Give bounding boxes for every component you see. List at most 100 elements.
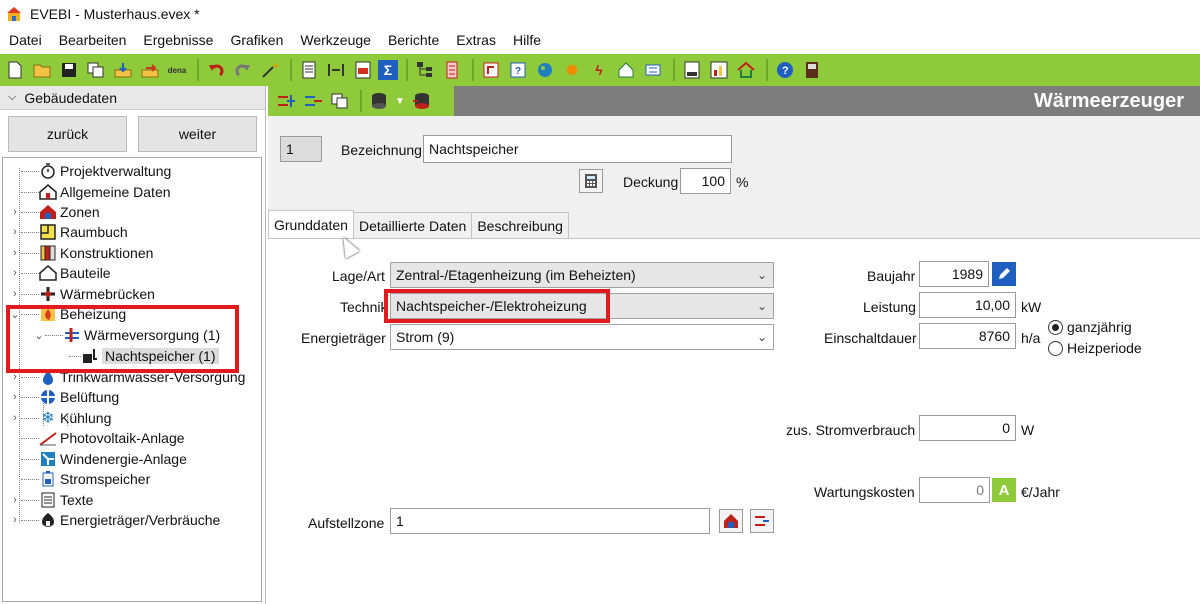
next-button[interactable]: weiter (138, 116, 257, 152)
tree-item-zonen[interactable]: › Zonen (9, 202, 100, 222)
tree-item-stromspeicher[interactable]: Stromspeicher (9, 469, 150, 489)
menu-datei[interactable]: Datei (0, 28, 50, 52)
lightning-icon[interactable]: ϟ (587, 58, 611, 82)
edit-pencil-icon[interactable] (992, 262, 1016, 286)
tree-item-trinkwarmwasser[interactable]: › Trinkwarmwasser-Versorgung (9, 367, 245, 387)
expand-chevron-icon[interactable]: › (9, 514, 21, 526)
assign-zone-icon[interactable] (750, 509, 774, 533)
auto-value-icon[interactable]: A (992, 478, 1016, 502)
save-icon[interactable] (57, 58, 81, 82)
tree-item-nachtspeicher[interactable]: Nachtspeicher (1) (57, 346, 219, 366)
einschaltdauer-input[interactable]: 8760 (919, 323, 1016, 349)
sun-icon[interactable]: ✺ (560, 58, 584, 82)
house-outline-icon[interactable] (734, 58, 758, 82)
tab-detaillierte-daten[interactable]: Detaillierte Daten (352, 212, 473, 238)
tab-beschreibung[interactable]: Beschreibung (471, 212, 569, 238)
expand-chevron-icon[interactable]: › (9, 412, 21, 424)
export-icon[interactable] (138, 58, 162, 82)
ventilation-icon[interactable] (641, 58, 665, 82)
tree-item-kuehlung[interactable]: › ❄ Kühlung (9, 408, 111, 428)
hierarchy-icon[interactable] (413, 58, 437, 82)
dropdown-arrow-icon[interactable]: ▼ (394, 89, 406, 113)
database-export-icon[interactable] (409, 89, 433, 113)
import-icon[interactable] (111, 58, 135, 82)
menu-grafiken[interactable]: Grafiken (221, 28, 291, 52)
aufstellzone-input[interactable]: 1 (390, 508, 710, 534)
undo-icon[interactable] (204, 58, 228, 82)
database-icon[interactable] (367, 89, 391, 113)
help-icon[interactable]: ? (773, 58, 797, 82)
sum-icon[interactable]: Σ (378, 60, 398, 80)
expand-chevron-icon[interactable]: › (9, 288, 21, 300)
new-file-icon[interactable] (3, 58, 27, 82)
open-folder-icon[interactable] (30, 58, 54, 82)
help-doc-icon[interactable]: ? (506, 58, 530, 82)
menu-bearbeiten[interactable]: Bearbeiten (50, 28, 135, 52)
tree-item-photovoltaik[interactable]: Photovoltaik-Anlage (9, 428, 185, 448)
radio-ganzjaehrig[interactable]: ganzjährig (1048, 319, 1132, 335)
aufstellzone-label: Aufstellzone (308, 515, 385, 531)
report-icon[interactable] (680, 58, 704, 82)
tree-item-energietraeger[interactable]: › Energieträger/Verbräuche (9, 510, 220, 530)
house-energy-icon[interactable] (614, 58, 638, 82)
tree-item-konstruktionen[interactable]: › Konstruktionen (9, 243, 153, 263)
tree-item-belueftung[interactable]: › Belüftung (9, 387, 119, 407)
technik-label: Technik (340, 299, 388, 315)
tree-item-beheizung[interactable]: ⌄ Beheizung (9, 304, 126, 324)
gebaeudedaten-header[interactable]: ⌵ Gebäudedaten (0, 86, 265, 110)
compare-icon[interactable] (324, 58, 348, 82)
baujahr-input[interactable]: 1989 (919, 261, 989, 287)
collapse-chevron-icon[interactable]: ⌵ (8, 91, 16, 104)
stromverbrauch-input[interactable]: 0 (919, 415, 1016, 441)
wartungskosten-input[interactable]: 0 (919, 477, 990, 503)
menu-hilfe[interactable]: Hilfe (504, 28, 549, 52)
tree-item-bauteile[interactable]: › Bauteile (9, 263, 110, 283)
menu-werkzeuge[interactable]: Werkzeuge (291, 28, 379, 52)
tree-item-waermebruecken[interactable]: › Wärmebrücken (9, 284, 155, 304)
layers-icon[interactable] (440, 58, 464, 82)
expand-chevron-icon[interactable]: › (9, 247, 21, 259)
collapse-chevron-icon[interactable]: ⌄ (9, 308, 21, 321)
remove-item-icon[interactable] (301, 89, 325, 113)
energietraeger-select[interactable]: Strom (9) ⌄ (390, 324, 774, 350)
lage-art-select[interactable]: Zentral-/Etagenheizung (im Beheizten) ⌄ (390, 262, 774, 288)
tree-item-texte[interactable]: › Texte (9, 490, 93, 510)
bezeichnung-input[interactable]: Nachtspeicher (423, 135, 732, 163)
copy-icon[interactable] (84, 58, 108, 82)
expand-chevron-icon[interactable]: › (9, 206, 21, 218)
tab-grunddaten[interactable]: Grunddaten (268, 210, 354, 238)
expand-chevron-icon[interactable]: › (9, 494, 21, 506)
add-item-icon[interactable] (274, 89, 298, 113)
tree-item-windenergie[interactable]: Windenergie-Anlage (9, 449, 187, 469)
back-button[interactable]: zurück (8, 116, 127, 152)
menu-ergebnisse[interactable]: Ergebnisse (134, 28, 221, 52)
book-icon[interactable] (800, 58, 824, 82)
tree-item-allgemeine-daten[interactable]: Allgemeine Daten (9, 182, 171, 202)
section-toolbar: ▼ Wärmeerzeuger (268, 86, 1200, 116)
technik-select[interactable]: Nachtspeicher-/Elektroheizung ⌄ (390, 293, 774, 319)
expand-chevron-icon[interactable]: › (9, 371, 21, 383)
globe-icon[interactable] (533, 58, 557, 82)
menu-berichte[interactable]: Berichte (379, 28, 447, 52)
redo-icon[interactable] (231, 58, 255, 82)
magic-wand-icon[interactable]: ✦ (258, 58, 282, 82)
tree-item-waermeversorgung[interactable]: ⌄ Wärmeversorgung (1) (33, 325, 220, 345)
dena-icon[interactable]: dena (165, 58, 189, 82)
expand-chevron-icon[interactable]: › (9, 267, 21, 279)
radio-heizperiode[interactable]: Heizperiode (1048, 340, 1142, 356)
calculator-icon[interactable] (579, 169, 603, 193)
tree-item-raumbuch[interactable]: › Raumbuch (9, 222, 128, 242)
pdf-icon[interactable] (351, 58, 375, 82)
zone-house-icon[interactable] (719, 509, 743, 533)
expand-chevron-icon[interactable]: › (9, 226, 21, 238)
collapse-chevron-icon[interactable]: ⌄ (33, 329, 45, 342)
document-icon[interactable] (297, 58, 321, 82)
tree-item-projektverwaltung[interactable]: Projektverwaltung (9, 161, 171, 181)
deckung-input[interactable]: 100 (680, 168, 731, 194)
chart-report-icon[interactable] (707, 58, 731, 82)
duplicate-icon[interactable] (328, 89, 352, 113)
menu-extras[interactable]: Extras (447, 28, 504, 52)
heating-calc-icon[interactable] (479, 58, 503, 82)
leistung-input[interactable]: 10,00 (919, 292, 1016, 318)
expand-chevron-icon[interactable]: › (9, 391, 21, 403)
